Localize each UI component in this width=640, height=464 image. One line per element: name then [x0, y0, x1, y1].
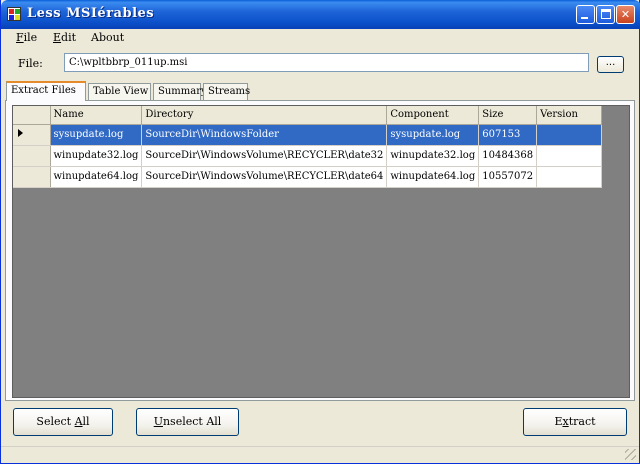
unselect-all-button[interactable]: Unselect All [136, 408, 239, 436]
minimize-icon [581, 17, 588, 19]
tab-extract-files[interactable]: Extract Files [6, 81, 86, 101]
menu-edit[interactable]: Edit [53, 31, 76, 44]
file-label: File: [18, 57, 43, 70]
files-grid[interactable]: Name Directory Component Size Version sy… [12, 105, 630, 398]
files-table: Name Directory Component Size Version sy… [13, 106, 603, 188]
column-header-component[interactable]: Component [386, 106, 480, 125]
column-header-directory[interactable]: Directory [141, 106, 388, 125]
window-title: Less MSIérables [27, 6, 155, 21]
tab-summary[interactable]: Summary [153, 83, 207, 100]
cell-name[interactable]: winupdate64.log [50, 166, 143, 188]
cell-version[interactable] [536, 166, 603, 188]
table-row[interactable]: winupdate64.log SourceDir\WindowsVolume\… [13, 166, 603, 188]
menu-file[interactable]: File [16, 31, 37, 44]
tab-streams[interactable]: Streams [203, 83, 250, 100]
cell-size[interactable]: 607153 [478, 124, 538, 146]
maximize-button[interactable] [596, 5, 615, 24]
maximize-icon [601, 9, 611, 19]
cell-component[interactable]: sysupdate.log [386, 124, 480, 146]
cell-version[interactable] [536, 124, 603, 146]
row-header[interactable] [13, 166, 51, 188]
cell-version[interactable] [536, 145, 603, 167]
cell-name[interactable]: winupdate32.log [50, 145, 143, 167]
main-window: Less MSIérables ✕ File Edit About File: … [0, 0, 640, 464]
close-icon: ✕ [620, 8, 631, 21]
current-row-arrow-icon [18, 129, 23, 137]
close-button[interactable]: ✕ [616, 5, 635, 24]
select-all-button[interactable]: Select All [13, 408, 113, 436]
menu-bar: File Edit About [1, 29, 639, 47]
row-header[interactable] [13, 124, 51, 146]
minimize-button[interactable] [576, 5, 595, 24]
column-header-size[interactable]: Size [478, 106, 538, 125]
cell-directory[interactable]: SourceDir\WindowsFolder [141, 124, 388, 146]
status-bar [1, 446, 639, 462]
browse-button[interactable]: ... [597, 56, 624, 73]
menu-about[interactable]: About [91, 31, 124, 44]
cell-size[interactable]: 10484368 [478, 145, 538, 167]
corner-header [13, 106, 51, 125]
table-row[interactable]: winupdate32.log SourceDir\WindowsVolume\… [13, 145, 603, 167]
row-header[interactable] [13, 145, 51, 167]
cell-directory[interactable]: SourceDir\WindowsVolume\RECYCLER\date64 [141, 166, 388, 188]
cell-size[interactable]: 10557072 [478, 166, 538, 188]
cell-name[interactable]: sysupdate.log [50, 124, 143, 146]
cell-directory[interactable]: SourceDir\WindowsVolume\RECYCLER\date32 [141, 145, 388, 167]
file-path-input[interactable] [64, 53, 589, 72]
column-header-name[interactable]: Name [50, 106, 143, 125]
tab-table-view[interactable]: Table View [88, 83, 151, 100]
resize-grip-icon[interactable] [625, 449, 636, 460]
app-icon[interactable] [7, 7, 21, 21]
title-bar[interactable]: Less MSIérables ✕ [1, 0, 640, 29]
cell-component[interactable]: winupdate64.log [386, 166, 480, 188]
extract-button[interactable]: Extract [523, 408, 627, 436]
table-row[interactable]: sysupdate.log SourceDir\WindowsFolder sy… [13, 124, 603, 146]
cell-component[interactable]: winupdate32.log [386, 145, 480, 167]
column-header-version[interactable]: Version [536, 106, 603, 125]
header-row: Name Directory Component Size Version [13, 106, 603, 125]
